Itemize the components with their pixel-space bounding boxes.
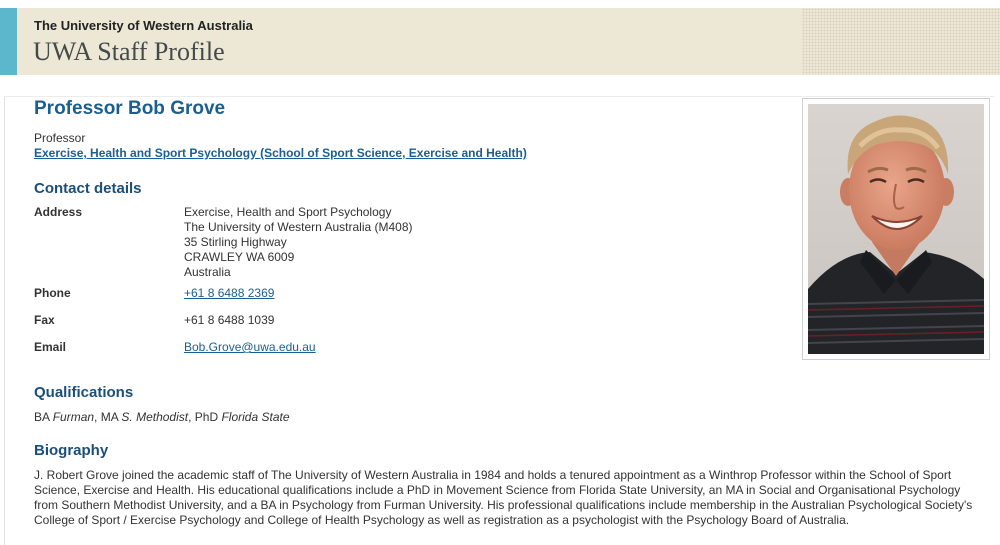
content-left-border (4, 96, 5, 545)
banner-accent-bar (0, 8, 17, 75)
site-banner: The University of Western Australia UWA … (0, 8, 1000, 75)
email-link[interactable]: Bob.Grove@uwa.edu.au (184, 340, 316, 355)
phone-label: Phone (34, 286, 71, 300)
portrait-image (808, 104, 984, 354)
contact-heading: Contact details (34, 180, 142, 197)
phone-link[interactable]: +61 8 6488 2369 (184, 286, 274, 301)
address-line: 35 Stirling Highway (184, 235, 287, 249)
site-title[interactable]: UWA Staff Profile (33, 37, 225, 67)
qualification-institution: Florida State (221, 410, 290, 424)
content-top-border (4, 96, 994, 97)
profile-name: Professor Bob Grove (34, 98, 226, 119)
biography-text: J. Robert Grove joined the academic staf… (34, 468, 973, 527)
qualifications-list: BA Furman, MA S. Methodist, PhD Florida … (34, 410, 290, 424)
address-label: Address (34, 205, 83, 219)
qualification-institution: Furman (52, 410, 95, 424)
profile-position: Professor (34, 131, 86, 145)
address-line: CRAWLEY WA 6009 (184, 250, 295, 264)
email-label: Email (34, 340, 67, 354)
address-value: Exercise, Health and Sport Psychology Th… (184, 205, 413, 280)
banner-pattern (802, 8, 1000, 75)
qualification-separator: , (188, 410, 195, 424)
qualification-institution: S. Methodist (121, 410, 189, 424)
fax-value: +61 8 6488 1039 (184, 313, 275, 327)
university-name[interactable]: The University of Western Australia (34, 18, 253, 33)
address-line: Australia (184, 265, 231, 279)
qualifications-heading: Qualifications (34, 384, 134, 401)
department-link[interactable]: Exercise, Health and Sport Psychology (S… (34, 146, 527, 160)
biography-heading: Biography (34, 442, 109, 459)
fax-label: Fax (34, 313, 55, 327)
address-line: The University of Western Australia (M40… (184, 220, 413, 234)
qualification-degree: PhD (194, 410, 219, 424)
qualification-degree: MA (100, 410, 119, 424)
qualification-separator: , (94, 410, 101, 424)
staff-photo (802, 98, 990, 360)
qualification-degree: BA (34, 410, 50, 424)
address-line: Exercise, Health and Sport Psychology (184, 205, 392, 219)
